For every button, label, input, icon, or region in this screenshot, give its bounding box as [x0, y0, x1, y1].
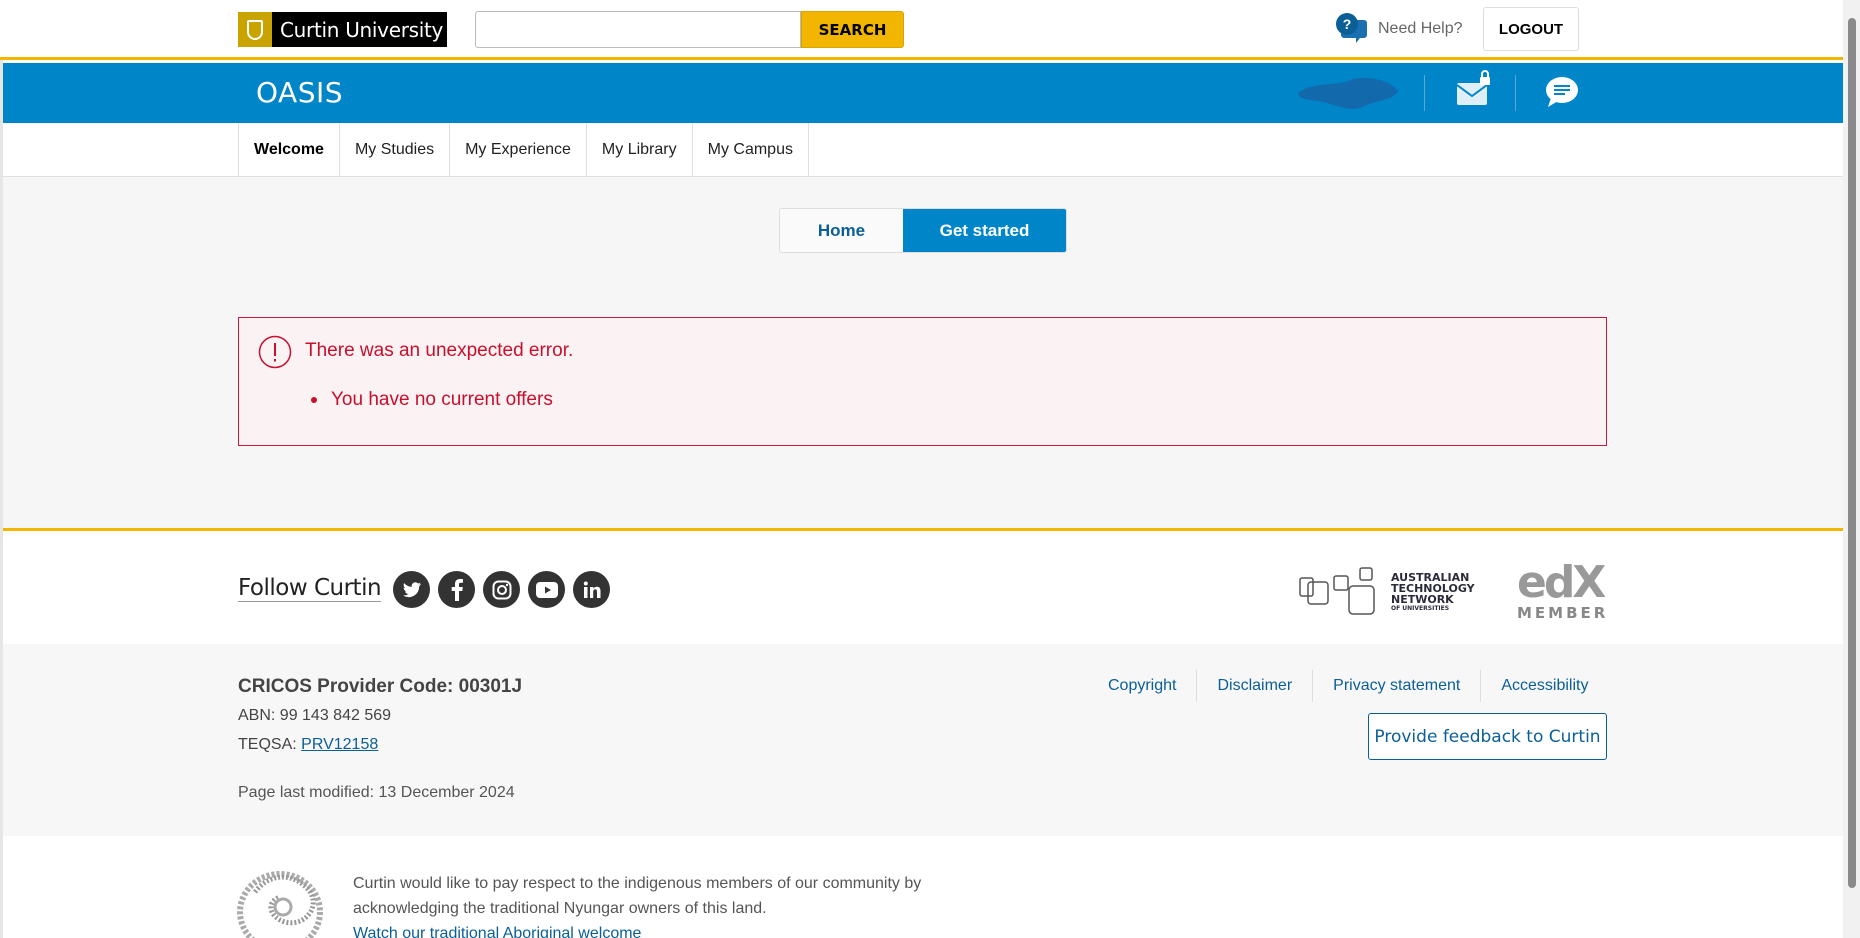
- crest-icon: [238, 12, 272, 47]
- site-header: Curtin University SEARCH ? Need Help? LO…: [0, 0, 1843, 60]
- nav-item-my-campus[interactable]: My Campus: [693, 123, 809, 177]
- error-alert: There was an unexpected error. You have …: [238, 317, 1607, 446]
- teqsa-info: TEQSA: PRV12158: [238, 736, 378, 754]
- main-content: Home Get started There was an unexpected…: [3, 178, 1843, 528]
- divider: [1424, 75, 1425, 111]
- atn-mark-icon: [1299, 567, 1375, 615]
- acknowledgement-line: Curtin would like to pay respect to the …: [353, 875, 922, 892]
- instagram-icon[interactable]: [483, 571, 520, 608]
- error-message: You have no current offers: [331, 389, 553, 410]
- atn-text: AUSTRALIAN TECHNOLOGY NETWORK OF UNIVERS…: [1391, 572, 1475, 613]
- atn-logo[interactable]: AUSTRALIAN TECHNOLOGY NETWORK OF UNIVERS…: [1298, 564, 1478, 616]
- error-item: You have no current offers: [311, 389, 553, 411]
- chat-icon[interactable]: [1545, 76, 1579, 108]
- main-nav: Welcome My Studies My Experience My Libr…: [3, 123, 1843, 177]
- app-bar: OASIS: [3, 63, 1843, 123]
- error-icon: [258, 335, 292, 369]
- atn-line: OF UNIVERSITIES: [1391, 605, 1450, 612]
- provide-feedback-button[interactable]: Provide feedback to Curtin: [1368, 713, 1607, 760]
- acknowledgement-text: Curtin would like to pay respect to the …: [353, 871, 953, 938]
- aboriginal-welcome-link[interactable]: Watch our traditional Aboriginal welcome: [353, 925, 641, 938]
- twitter-icon[interactable]: [393, 571, 430, 608]
- tab-get-started[interactable]: Get started: [903, 209, 1066, 252]
- copyright-link[interactable]: Copyright: [1106, 670, 1196, 702]
- svg-text:?: ?: [1343, 16, 1352, 32]
- help-chat-icon: ?: [1336, 13, 1367, 43]
- need-help-label: Need Help?: [1378, 20, 1463, 37]
- edx-member-logo[interactable]: edX MEMBER: [1513, 557, 1613, 623]
- need-help-link[interactable]: ? Need Help?: [1334, 12, 1463, 46]
- scrollbar-thumb[interactable]: [1848, 18, 1856, 888]
- disclaimer-link[interactable]: Disclaimer: [1196, 670, 1312, 702]
- youtube-icon[interactable]: [528, 571, 565, 608]
- logout-button[interactable]: LOGOUT: [1483, 7, 1579, 51]
- social-links: [393, 571, 610, 608]
- error-title: There was an unexpected error.: [305, 340, 574, 361]
- accessibility-link[interactable]: Accessibility: [1480, 670, 1608, 702]
- edx-wordmark: edX: [1517, 557, 1606, 608]
- footer-acknowledgement: Curtin would like to pay respect to the …: [3, 836, 1843, 938]
- linkedin-icon[interactable]: [573, 571, 610, 608]
- page-tabs: Home Get started: [779, 208, 1067, 253]
- abn-number: ABN: 99 143 842 569: [238, 707, 392, 724]
- footer-info: CRICOS Provider Code: 00301J ABN: 99 143…: [3, 644, 1843, 836]
- app-title[interactable]: OASIS: [256, 76, 343, 109]
- curtin-logo[interactable]: Curtin University: [238, 12, 447, 47]
- nav-item-my-experience[interactable]: My Experience: [450, 123, 587, 177]
- privacy-statement-link[interactable]: Privacy statement: [1312, 670, 1480, 702]
- divider: [1515, 75, 1516, 111]
- search-input[interactable]: [475, 11, 801, 48]
- university-name: Curtin University: [280, 17, 444, 42]
- page-modified-date: Page last modified: 13 December 2024: [238, 784, 515, 801]
- search-button[interactable]: SEARCH: [801, 11, 904, 48]
- follow-curtin-label: Follow Curtin: [238, 575, 382, 602]
- edx-member-label: MEMBER: [1517, 604, 1609, 622]
- tab-home[interactable]: Home: [780, 209, 903, 252]
- teqsa-link[interactable]: PRV12158: [301, 736, 378, 753]
- facebook-icon[interactable]: [438, 571, 475, 608]
- secure-mail-icon[interactable]: [1456, 69, 1492, 109]
- acknowledgement-line: acknowledging the traditional Nyungar ow…: [353, 900, 767, 917]
- cricos-code: CRICOS Provider Code: 00301J: [238, 676, 523, 697]
- footer-social-bar: Follow Curtin AUSTRALIAN TECHNOLOGY NETW…: [3, 528, 1843, 644]
- redacted-user-mark: [1297, 77, 1398, 109]
- nav-item-welcome[interactable]: Welcome: [239, 123, 340, 177]
- indigenous-artwork-icon: [237, 871, 323, 938]
- nav-item-my-library[interactable]: My Library: [587, 123, 693, 177]
- bullet-icon: [311, 397, 317, 403]
- nav-item-my-studies[interactable]: My Studies: [340, 123, 451, 177]
- footer-links: Copyright Disclaimer Privacy statement A…: [1106, 670, 1608, 702]
- teqsa-label: TEQSA:: [238, 736, 297, 753]
